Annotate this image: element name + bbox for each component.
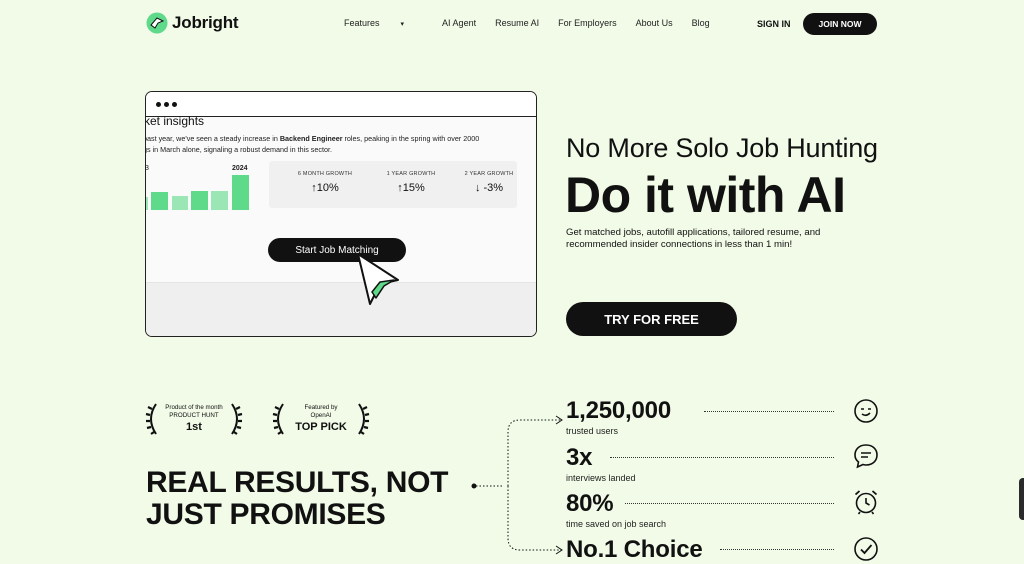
award-openai: Featured by OpenAI TOP PICK xyxy=(271,401,371,437)
stat-divider xyxy=(625,503,834,504)
brand-logo[interactable]: Jobright xyxy=(146,12,239,34)
stat-time-saved: 80% time saved on job search xyxy=(566,490,667,529)
nav-link-about-us[interactable]: About Us xyxy=(636,18,673,28)
growth-1-year: 1 YEAR GROWTH ↑15% xyxy=(386,171,436,194)
product-preview-window: ket insights past year, we've seen a ste… xyxy=(145,91,537,337)
window-title-bar xyxy=(146,92,536,117)
smile-face-icon xyxy=(854,399,878,423)
top-nav: Jobright Features ▾ AI Agent Resume AI Fo… xyxy=(0,0,1024,48)
nav-link-ai-agent[interactable]: AI Agent xyxy=(442,18,476,28)
check-circle-icon xyxy=(854,537,878,561)
award-title: TOP PICK xyxy=(295,421,347,433)
nav-link-resume-ai[interactable]: Resume AI xyxy=(495,18,539,28)
stat-trusted-users: 1,250,000 trusted users xyxy=(566,397,671,436)
nav-link-features[interactable]: Features ▾ xyxy=(344,18,423,28)
hero-subheadline: No More Solo Job Hunting xyxy=(566,133,878,163)
stat-no1-choice: No.1 Choice xyxy=(566,536,703,563)
nav-link-blog[interactable]: Blog xyxy=(692,18,710,28)
award-product-hunt: Product of the month PRODUCT HUNT 1st xyxy=(144,401,244,437)
brand-name: Jobright xyxy=(172,13,239,32)
side-feedback-tab[interactable] xyxy=(1019,478,1024,520)
stat-divider xyxy=(610,457,834,458)
growth-bar-chart xyxy=(146,175,249,210)
award-caption: Product of the month PRODUCT HUNT xyxy=(165,404,223,419)
growth-6-month: 6 MONTH GROWTH ↑10% xyxy=(297,171,353,194)
stats-connector-lines xyxy=(471,415,563,555)
chart-year-start: 3 xyxy=(145,165,149,172)
pointer-cursor-icon xyxy=(357,253,399,305)
market-insights-text: past year, we've seen a steady increase … xyxy=(145,134,480,154)
growth-2-year: 2 YEAR GROWTH ↓ -3% xyxy=(464,171,514,194)
growth-stats-card: 6 MONTH GROWTH ↑10% 1 YEAR GROWTH ↑15% 2… xyxy=(269,161,517,208)
market-insights-title: ket insights xyxy=(145,114,205,128)
window-dots-icon xyxy=(156,102,177,107)
chat-bubble-icon xyxy=(854,444,878,469)
nav-links: Features ▾ AI Agent Resume AI For Employe… xyxy=(344,18,729,28)
alarm-clock-icon xyxy=(854,490,878,515)
stat-divider xyxy=(720,549,834,550)
stat-divider xyxy=(704,411,834,412)
hero-headline: Do it with AI xyxy=(565,167,846,223)
award-caption: Featured by OpenAI xyxy=(304,404,338,419)
jobright-logo-icon xyxy=(146,12,168,34)
award-title: 1st xyxy=(186,421,202,433)
window-lower-panel xyxy=(146,282,536,336)
stat-interviews: 3x interviews landed xyxy=(566,444,636,483)
try-for-free-button[interactable]: TRY FOR FREE xyxy=(566,302,737,336)
results-section-title: REAL RESULTS, NOT JUST PROMISES xyxy=(146,466,449,531)
nav-link-for-employers[interactable]: For Employers xyxy=(558,18,617,28)
sign-in-link[interactable]: SIGN IN xyxy=(757,19,791,29)
chart-year-end: 2024 xyxy=(232,165,248,172)
join-now-button[interactable]: JOIN NOW xyxy=(803,13,877,35)
chevron-down-icon: ▾ xyxy=(400,21,405,28)
hero-description: Get matched jobs, autofill applications,… xyxy=(566,227,821,250)
